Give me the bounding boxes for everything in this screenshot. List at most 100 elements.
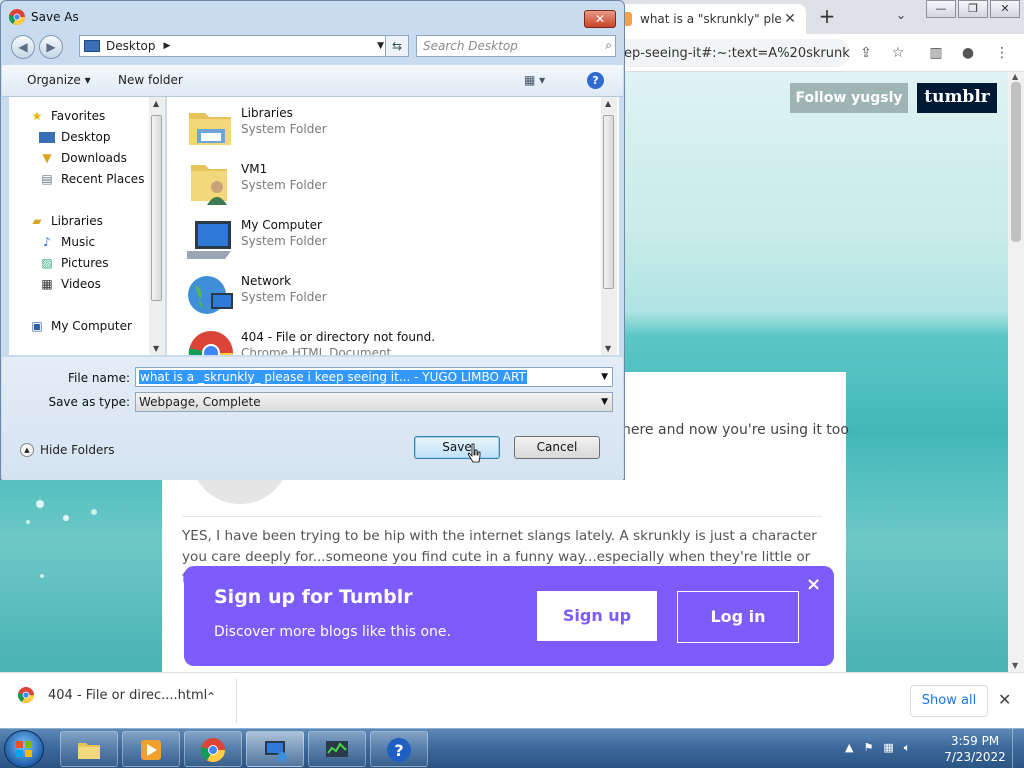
- hide-folders-button[interactable]: ▲ Hide Folders: [20, 443, 115, 457]
- pictures-icon: ▨: [41, 256, 53, 270]
- scroll-thumb[interactable]: [151, 115, 162, 301]
- system-tray: ▲ ⚑ ▦ 🔈︎: [845, 741, 910, 755]
- dialog-footer: File name: what is a _skrunkly_ please i…: [2, 357, 623, 480]
- side-panel-icon[interactable]: ▥: [926, 44, 946, 64]
- browser-tab[interactable]: what is a "skrunkly" please ✕: [610, 4, 806, 34]
- close-shelf-icon[interactable]: ✕: [998, 690, 1011, 709]
- file-item[interactable]: 404 - File or directory not found. Chrome…: [187, 327, 435, 355]
- new-tab-button[interactable]: +: [816, 6, 838, 28]
- scroll-up-icon[interactable]: ▲: [605, 99, 611, 108]
- tab-close-icon[interactable]: ✕: [782, 11, 798, 27]
- nav-scrollbar[interactable]: ▲ ▼: [149, 97, 165, 355]
- save-button[interactable]: Save: [414, 436, 500, 459]
- file-name-input[interactable]: what is a _skrunkly_ please i keep seein…: [135, 367, 613, 387]
- address-bar[interactable]: ep-seeing-it#:~:text=A%20skrunkl...: [600, 39, 850, 67]
- nav-music[interactable]: ♪ Music: [39, 235, 95, 249]
- user-folder-icon: [191, 165, 227, 205]
- refresh-icon[interactable]: ⇆: [385, 35, 409, 57]
- organize-button[interactable]: Organize ▾: [27, 73, 91, 87]
- taskbar-explorer[interactable]: [60, 731, 118, 767]
- login-button[interactable]: Log in: [677, 591, 799, 643]
- taskbar-help[interactable]: ?: [370, 731, 428, 767]
- taskbar-network[interactable]: [246, 731, 304, 767]
- tab-search-button[interactable]: ⌄: [896, 8, 906, 22]
- file-name-label: File name:: [68, 371, 130, 385]
- close-window-button[interactable]: ✕: [990, 0, 1020, 18]
- nav-label: Music: [61, 235, 96, 249]
- save-type-select[interactable]: Webpage, Complete ▼: [135, 392, 613, 412]
- nav-my-computer[interactable]: ▣ My Computer: [29, 319, 132, 333]
- views-button[interactable]: ▦ ▾: [524, 73, 545, 87]
- scroll-thumb[interactable]: [1011, 82, 1021, 242]
- file-item[interactable]: VM1 System Folder: [187, 159, 327, 211]
- new-folder-button[interactable]: New folder: [118, 73, 183, 87]
- clock-date: 7/23/2022: [944, 750, 1006, 764]
- menu-kebab-icon[interactable]: ⋮: [992, 44, 1012, 64]
- nav-label: My Computer: [51, 319, 132, 333]
- scroll-thumb[interactable]: [603, 115, 614, 289]
- chevron-down-icon[interactable]: ▼: [601, 368, 608, 386]
- music-icon: ♪: [43, 235, 51, 249]
- file-item[interactable]: Network System Folder: [187, 271, 327, 323]
- page-scrollbar[interactable]: ▲ ▼: [1008, 72, 1024, 672]
- file-item[interactable]: Libraries System Folder: [187, 103, 327, 155]
- save-type-label: Save as type:: [48, 395, 130, 409]
- desktop-icon: [84, 40, 100, 52]
- chrome-icon: [200, 738, 225, 763]
- show-all-button[interactable]: Show all: [910, 685, 988, 717]
- nav-favorites[interactable]: ★ Favorites: [29, 109, 106, 123]
- breadcrumb-arrow-icon[interactable]: ▶: [164, 41, 171, 51]
- scroll-up-icon[interactable]: ▲: [1012, 72, 1018, 81]
- share-icon[interactable]: ⇪: [856, 44, 876, 64]
- nav-desktop[interactable]: Desktop: [39, 130, 111, 144]
- taskbar-chrome[interactable]: [184, 731, 242, 767]
- tumblr-logo[interactable]: tumblr: [917, 83, 997, 113]
- forward-button[interactable]: ▶: [39, 35, 63, 59]
- bookmark-star-icon[interactable]: ☆: [888, 44, 908, 64]
- signup-button[interactable]: Sign up: [537, 591, 657, 641]
- tray-expand-icon[interactable]: ▲: [845, 741, 853, 755]
- dialog-close-button[interactable]: ✕: [584, 10, 616, 28]
- nav-videos[interactable]: ▦ Videos: [39, 277, 101, 291]
- back-button[interactable]: ◀: [11, 35, 35, 59]
- file-item[interactable]: My Computer System Folder: [187, 215, 327, 267]
- network-status-icon[interactable]: ▦: [883, 741, 893, 755]
- nav-downloads[interactable]: ▼ Downloads: [39, 151, 127, 165]
- follow-button[interactable]: Follow yugsly: [790, 83, 908, 113]
- nav-label: Recent Places: [61, 172, 145, 186]
- close-banner-icon[interactable]: ×: [806, 574, 821, 595]
- window-controls: — ❐ ✕: [924, 0, 1020, 18]
- profile-icon[interactable]: ●: [958, 44, 978, 64]
- scroll-down-icon[interactable]: ▼: [605, 344, 611, 353]
- nav-pictures[interactable]: ▨ Pictures: [39, 256, 108, 270]
- scroll-down-icon[interactable]: ▼: [153, 344, 159, 353]
- nav-libraries[interactable]: ▰ Libraries: [29, 214, 102, 228]
- minimize-button[interactable]: —: [926, 0, 956, 18]
- chevron-down-icon[interactable]: ▼: [601, 393, 608, 411]
- taskbar-media-player[interactable]: [122, 731, 180, 767]
- start-button[interactable]: [4, 730, 44, 768]
- location-bar[interactable]: Desktop ▶ ▼: [79, 35, 389, 57]
- chevron-down-icon[interactable]: ▼: [377, 41, 384, 51]
- nav-label: Desktop: [61, 130, 111, 144]
- file-scrollbar[interactable]: ▲ ▼: [601, 97, 617, 355]
- file-name: VM1: [241, 162, 268, 176]
- clock[interactable]: 3:59 PM 7/23/2022: [940, 733, 1010, 765]
- file-type: System Folder: [241, 290, 327, 304]
- signup-subtitle: Discover more blogs like this one.: [214, 624, 451, 640]
- action-center-icon[interactable]: ⚑: [863, 741, 873, 755]
- download-filename: 404 - File or direc....html: [48, 687, 208, 703]
- scroll-up-icon[interactable]: ▲: [153, 99, 159, 108]
- taskbar-task-manager[interactable]: [308, 731, 366, 767]
- help-icon[interactable]: ?: [587, 72, 604, 89]
- maximize-button[interactable]: ❐: [958, 0, 988, 18]
- cancel-button[interactable]: Cancel: [514, 436, 600, 459]
- show-desktop-button[interactable]: [1012, 729, 1024, 768]
- download-item[interactable]: 404 - File or direc....html: [18, 687, 207, 703]
- scroll-down-icon[interactable]: ▼: [1012, 661, 1018, 670]
- search-icon[interactable]: ⌕: [605, 35, 612, 55]
- nav-label: Favorites: [51, 109, 106, 123]
- nav-recent-places[interactable]: ▤ Recent Places: [39, 172, 144, 186]
- chevron-up-icon[interactable]: ⌃: [206, 690, 216, 704]
- volume-icon[interactable]: 🔈︎: [904, 741, 911, 755]
